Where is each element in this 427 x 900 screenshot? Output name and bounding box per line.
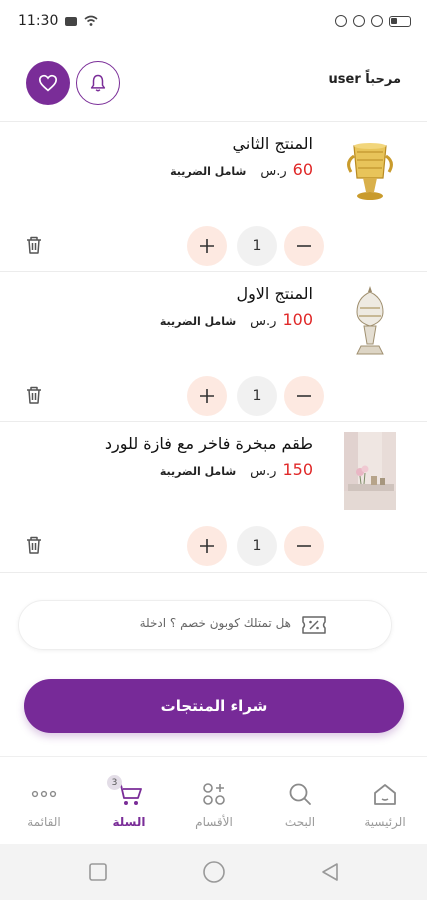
cart-item: المنتج الثاني 60 ر.س شامل الضريبة 1 xyxy=(0,122,427,272)
greeting-text: مرحباً user xyxy=(328,72,401,87)
nav-home[interactable]: الرئيسية xyxy=(345,757,425,845)
notifications-button[interactable] xyxy=(76,61,120,105)
cart-count-badge: 3 xyxy=(107,775,122,790)
nav-categories[interactable]: الأقسام xyxy=(174,757,254,845)
nav-label: البحث xyxy=(284,815,316,829)
tax-label: شامل الضريبة xyxy=(170,165,247,178)
coupon-input[interactable]: هل تمتلك كوبون خصم ؟ ادخلة xyxy=(18,600,392,650)
status-time: 11:30 xyxy=(18,13,59,29)
silver-censer-image xyxy=(356,286,384,355)
minus-icon xyxy=(297,545,311,547)
currency-label: ر.س xyxy=(250,314,277,329)
nav-label: الرئيسية xyxy=(364,815,406,829)
cart-icon: 3 xyxy=(107,775,144,809)
cart-item: طقم مبخرة فاخر مع فازة للورد 150 ر.س شام… xyxy=(0,422,427,572)
back-icon[interactable] xyxy=(320,862,340,882)
favorites-button[interactable] xyxy=(26,61,70,105)
notification-icon xyxy=(65,16,78,26)
currency-label: ر.س xyxy=(260,164,287,179)
product-title[interactable]: طقم مبخرة فاخر مع فازة للورد xyxy=(105,434,313,453)
categories-icon xyxy=(199,779,229,809)
battery-icon xyxy=(389,15,411,27)
recent-apps-icon[interactable] xyxy=(88,862,108,882)
heart-icon xyxy=(38,74,58,92)
increase-button[interactable] xyxy=(187,526,227,566)
status-right xyxy=(335,15,411,27)
vibrate-icon xyxy=(335,15,347,27)
decrease-button[interactable] xyxy=(284,526,324,566)
more-icon xyxy=(29,779,59,809)
nav-label: القائمة xyxy=(27,815,61,829)
home-icon xyxy=(370,779,400,809)
product-image xyxy=(343,284,397,362)
nav-label: السلة xyxy=(112,815,146,829)
minus-icon xyxy=(297,395,311,397)
nav-search[interactable]: البحث xyxy=(260,757,340,845)
quantity-value: 1 xyxy=(237,226,277,266)
plus-icon xyxy=(200,389,214,403)
cart-item: المنتج الاول 100 ر.س شامل الضريبة 1 xyxy=(0,272,427,422)
bell-icon xyxy=(90,74,106,92)
status-bar: 11:30 xyxy=(0,0,427,42)
decrease-button[interactable] xyxy=(284,376,324,416)
coupon-ticket-icon xyxy=(302,616,326,634)
price-row: 150 ر.س شامل الضريبة xyxy=(160,460,313,479)
plus-icon xyxy=(200,539,214,553)
product-price: 150 xyxy=(282,460,313,479)
censer-set-photo xyxy=(344,432,396,510)
product-title[interactable]: المنتج الاول xyxy=(236,284,313,303)
increase-button[interactable] xyxy=(187,376,227,416)
tax-label: شامل الضريبة xyxy=(159,465,237,478)
gold-censer-image xyxy=(347,143,393,200)
quantity-value: 1 xyxy=(237,376,277,416)
decrease-button[interactable] xyxy=(284,226,324,266)
status-left: 11:30 xyxy=(18,13,98,29)
increase-button[interactable] xyxy=(187,226,227,266)
plus-icon xyxy=(200,239,214,253)
product-price: 60 xyxy=(292,160,313,179)
signal-icon xyxy=(371,15,383,27)
system-nav-bar xyxy=(0,844,427,900)
nav-label: الأقسام xyxy=(195,815,233,829)
product-image xyxy=(344,432,396,510)
buy-products-button[interactable]: شراء المنتجات xyxy=(24,679,404,733)
wifi-icon xyxy=(84,15,98,26)
price-row: 100 ر.س شامل الضريبة xyxy=(160,310,313,329)
delete-icon[interactable] xyxy=(25,535,43,555)
tax-label: شامل الضريبة xyxy=(159,315,237,328)
coupon-placeholder: هل تمتلك كوبون خصم ؟ ادخلة xyxy=(139,616,291,630)
quantity-value: 1 xyxy=(237,526,277,566)
location-icon xyxy=(353,15,365,27)
home-circle-icon[interactable] xyxy=(202,860,226,884)
divider xyxy=(0,572,427,573)
header: مرحباً user xyxy=(0,58,427,108)
delete-icon[interactable] xyxy=(25,385,43,405)
product-image xyxy=(343,134,397,212)
currency-label: ر.س xyxy=(250,464,277,479)
minus-icon xyxy=(297,245,311,247)
price-row: 60 ر.س شامل الضريبة xyxy=(170,160,313,179)
search-icon xyxy=(285,779,315,809)
nav-cart[interactable]: 3 السلة xyxy=(89,757,169,845)
product-title[interactable]: المنتج الثاني xyxy=(233,134,313,153)
delete-icon[interactable] xyxy=(25,235,43,255)
bottom-nav: الرئيسية البحث الأقسام 3 السلة القائمة xyxy=(0,756,427,844)
product-price: 100 xyxy=(282,310,313,329)
nav-menu[interactable]: القائمة xyxy=(4,757,84,845)
